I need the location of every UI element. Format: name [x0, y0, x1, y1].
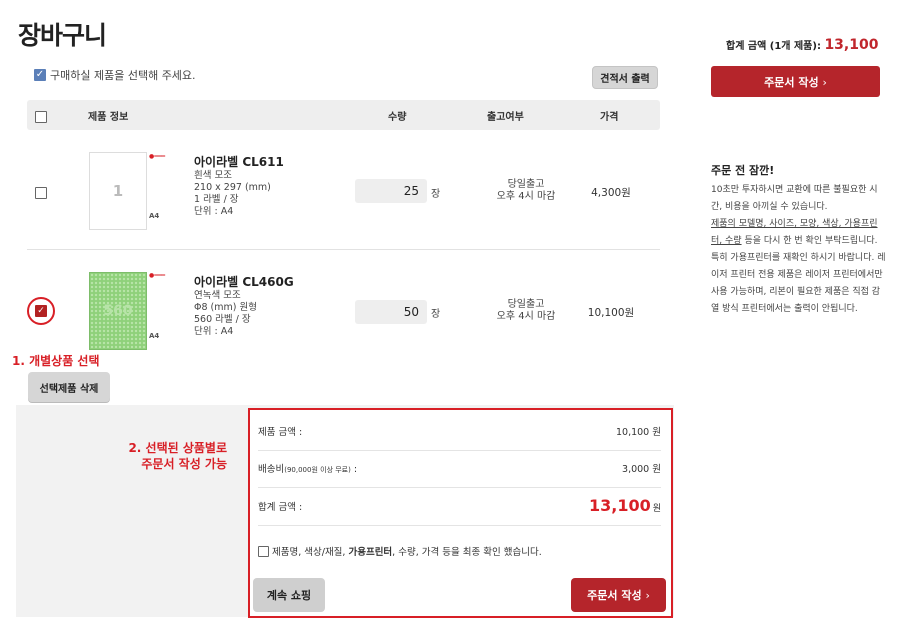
- summary-label: 배송비(90,000원 이상 무료) :: [258, 461, 357, 475]
- shipping-line: 당일출고: [507, 299, 545, 310]
- final-confirm[interactable]: 제품명, 색상/재질, 가용프린터, 수량, 가격 등을 최종 확인 했습니다.: [258, 544, 542, 558]
- shipping-note: (90,000원 이상 무료): [284, 466, 351, 474]
- notice-paragraph: 특히 가용프린터를 재확인 하시기 바랍니다. 레이저 프린터 전용 제품은 레…: [711, 253, 886, 314]
- notice-text: 10초만 투자하시면 교환에 따른 불필요한 시간, 비용을 아끼실 수 있습니…: [711, 182, 886, 318]
- summary-product-amount: 제품 금액 : 10,100 원: [258, 424, 661, 451]
- product-spec: 흰색 모조: [194, 170, 232, 181]
- sidebar-total: 합계 금액 (1개 제품): 13,100: [726, 37, 878, 53]
- annotation-line: 주문서 작성 가능: [141, 457, 227, 471]
- notice-title: 주문 전 잠깐!: [711, 164, 775, 177]
- confirm-text-part: , 수량, 가격 등을 최종 확인 했습니다.: [392, 547, 542, 558]
- order-label: 주문서 작성: [764, 75, 819, 89]
- confirm-checkbox[interactable]: [258, 545, 269, 557]
- confirm-text-part: 제품명, 색상/재질,: [272, 547, 349, 558]
- summary-shipping: 배송비(90,000원 이상 무료) : 3,000 원: [258, 461, 661, 488]
- header-product: 제품 정보: [88, 112, 129, 123]
- product-thumbnail[interactable]: 1: [89, 152, 147, 230]
- shipping-line: 오후 4시 마감: [496, 191, 556, 202]
- quantity-unit: 장: [431, 189, 441, 200]
- summary-total: 합계 금액 : 13,100 원: [258, 496, 661, 526]
- brand-logo-icon: ●═══: [149, 153, 166, 160]
- confirm-text: 제품명, 색상/재질, 가용프린터, 수량, 가격 등을 최종 확인 했습니다.: [272, 544, 542, 558]
- summary-value: 10,100 원: [615, 427, 661, 438]
- confirm-text-bold: 가용프린터: [348, 547, 393, 558]
- order-summary: 제품 금액 : 10,100 원 배송비(90,000원 이상 무료) : 3,…: [248, 408, 673, 618]
- print-quote-button[interactable]: 견적서 출력: [592, 66, 658, 89]
- shipping-line: 오후 4시 마감: [496, 311, 556, 322]
- shipping-label: 배송비: [258, 464, 285, 475]
- page-title: 장바구니: [18, 21, 107, 50]
- shipping-suffix: :: [350, 464, 358, 475]
- product-spec: Φ8 (mm) 원형: [194, 302, 257, 313]
- select-all-checkbox[interactable]: [35, 111, 47, 123]
- notice-paragraph: 등을 다시 한 번 확인 부탁드립니다.: [744, 236, 878, 246]
- sidebar-order-button[interactable]: 주문서 작성 ›: [711, 66, 880, 97]
- a4-paper-icon: A4: [149, 332, 160, 340]
- quantity-unit: 장: [431, 309, 441, 320]
- product-spec: 210 x 297 (mm): [194, 182, 271, 193]
- summary-label: 제품 금액 :: [258, 427, 303, 438]
- product-spec: 단위 : A4: [194, 206, 234, 217]
- header-shipping: 출고여부: [487, 112, 524, 123]
- notice-paragraph: 10초만 투자하시면 교환에 따른 불필요한 시간, 비용을 아끼실 수 있습니…: [711, 185, 878, 212]
- product-spec: 560 라벨 / 장: [194, 314, 251, 325]
- item-checkbox[interactable]: [35, 187, 47, 199]
- annotation-step1: 1. 개별상품 선택: [12, 354, 100, 368]
- order-form-button[interactable]: 주문서 작성 ›: [571, 578, 666, 612]
- item-checkbox-checked[interactable]: ✓: [35, 305, 47, 317]
- product-name[interactable]: 아이라벨 CL611: [194, 156, 284, 168]
- brand-logo-icon: ●═══: [149, 272, 166, 279]
- summary-label: 합계 금액 :: [258, 501, 303, 513]
- total-unit: 원: [652, 504, 661, 514]
- annotation-step2: 2. 선택된 상품별로 주문서 작성 가능: [92, 440, 227, 472]
- table-header: 제품 정보 수량 출고여부 가격: [27, 100, 660, 130]
- shipping-line: 당일출고: [507, 179, 545, 190]
- quantity-input[interactable]: [355, 179, 427, 203]
- product-spec: 1 라벨 / 장: [194, 194, 239, 205]
- header-price: 가격: [600, 112, 619, 123]
- shipping-status: 당일출고 오후 4시 마감: [467, 299, 585, 323]
- summary-value: 3,000 원: [622, 464, 661, 475]
- item-price: 10,100원: [587, 307, 635, 319]
- product-spec: 연녹색 모조: [194, 290, 241, 301]
- product-info: 아이라벨 CL611 흰색 모조 210 x 297 (mm) 1 라벨 / 장…: [194, 156, 284, 218]
- shipping-status: 당일출고 오후 4시 마감: [467, 179, 585, 203]
- cart-row: ✓ 560 ●═══ A4 아이라벨 CL460G 연녹색 모조 Φ8 (mm)…: [27, 252, 660, 364]
- product-info: 아이라벨 CL460G 연녹색 모조 Φ8 (mm) 원형 560 라벨 / 장…: [194, 276, 294, 338]
- sidebar-total-label: 합계 금액 (1개 제품):: [726, 41, 821, 52]
- product-name[interactable]: 아이라벨 CL460G: [194, 276, 294, 288]
- cart-row: 1 ●═══ A4 아이라벨 CL611 흰색 모조 210 x 297 (mm…: [27, 132, 660, 250]
- total-number: 13,100: [588, 496, 651, 515]
- product-spec: 단위 : A4: [194, 326, 234, 337]
- product-thumbnail[interactable]: 560: [89, 272, 147, 350]
- continue-shopping-button[interactable]: 계속 쇼핑: [253, 578, 325, 612]
- order-label: 주문서 작성: [587, 589, 642, 602]
- delete-selected-button[interactable]: 선택제품 삭제: [28, 372, 110, 402]
- chevron-right-icon: ›: [645, 589, 650, 602]
- header-qty: 수량: [388, 112, 407, 123]
- item-price: 4,300원: [591, 187, 631, 199]
- total-amount: 13,100 원: [589, 496, 661, 515]
- chevron-right-icon: ›: [822, 75, 827, 89]
- annotation-line: 2. 선택된 상품별로: [128, 441, 227, 455]
- checkbox-checked-icon: ✓: [34, 69, 46, 81]
- a4-paper-icon: A4: [149, 212, 160, 220]
- instruction: ✓ 구매하실 제품을 선택해 주세요.: [34, 67, 196, 83]
- instruction-text: 구매하실 제품을 선택해 주세요.: [50, 69, 196, 82]
- sidebar-total-amount: 13,100: [824, 37, 879, 53]
- quantity-input[interactable]: [355, 300, 427, 324]
